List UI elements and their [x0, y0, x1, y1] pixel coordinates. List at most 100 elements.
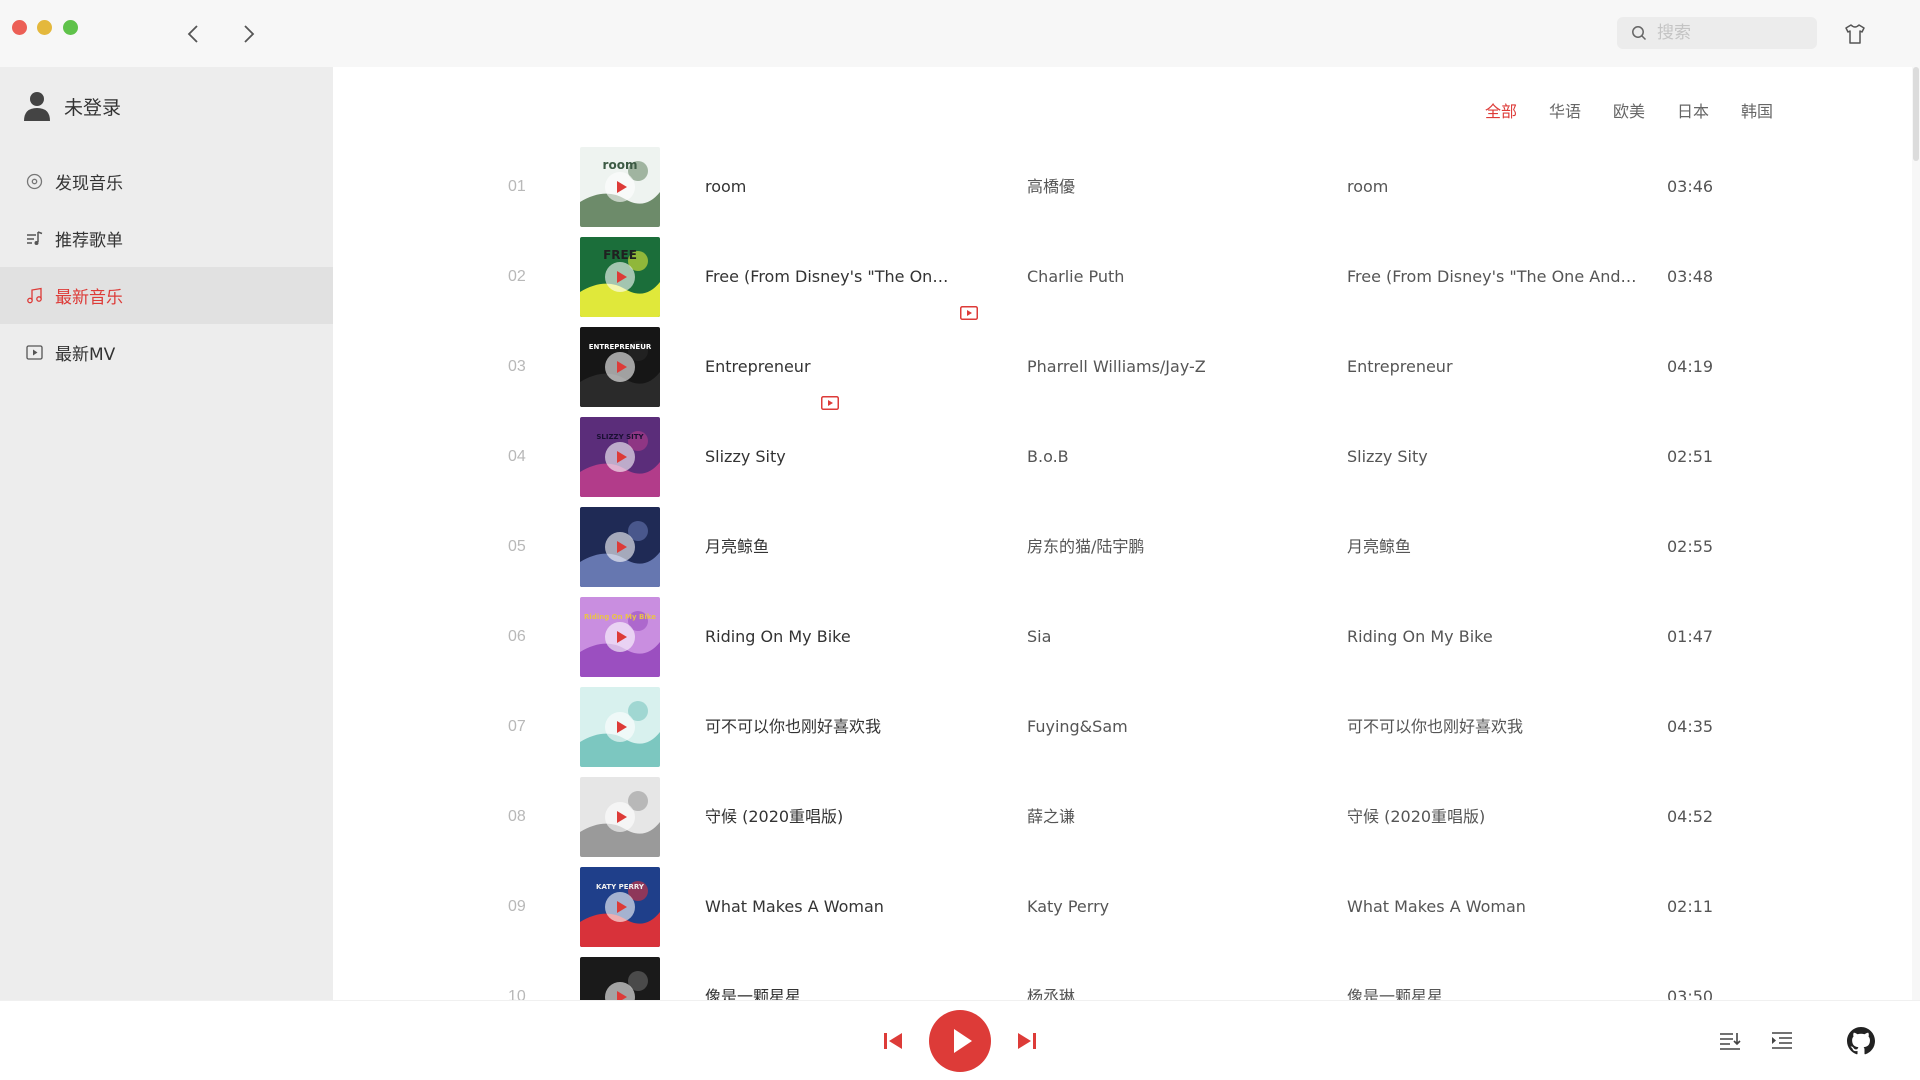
song-artist[interactable]: 高橋優 — [1027, 142, 1317, 232]
album-cover[interactable] — [580, 687, 660, 767]
sidebar-item-new-music[interactable]: 最新音乐 — [0, 267, 333, 324]
song-title[interactable]: What Makes A Woman — [705, 862, 884, 952]
previous-track-icon[interactable] — [882, 1030, 904, 1052]
tab-chinese[interactable]: 华语 — [1533, 98, 1597, 122]
song-row[interactable]: 08 守候 (2020重唱版) 薛之谦 守候 (2020重唱版) 04:52 — [333, 772, 1908, 862]
track-index: 04 — [508, 448, 526, 465]
mv-badge-icon[interactable] — [820, 360, 839, 410]
playlist-queue-icon[interactable] — [1718, 1029, 1742, 1053]
song-album[interactable]: Entrepreneur — [1347, 322, 1637, 412]
sidebar-item-playlists[interactable]: 推荐歌单 — [0, 210, 333, 267]
album-cover[interactable] — [580, 507, 660, 587]
album-cover[interactable]: room — [580, 147, 660, 227]
song-title-text: Entrepreneur — [705, 357, 811, 376]
search-box[interactable] — [1617, 17, 1817, 49]
cover-play-icon[interactable] — [605, 262, 635, 292]
mv-badge-icon[interactable] — [960, 270, 978, 320]
album-cover[interactable]: FREE — [580, 237, 660, 317]
cover-play-icon[interactable] — [605, 802, 635, 832]
scrollbar-thumb[interactable] — [1913, 67, 1919, 161]
album-cover[interactable]: KATY PERRY — [580, 867, 660, 947]
cover-play-icon[interactable] — [605, 532, 635, 562]
song-row[interactable]: 06 Riding On My Bike Riding On My Bike S… — [333, 592, 1908, 682]
sidebar-item-discover[interactable]: 发现音乐 — [0, 153, 333, 210]
song-album[interactable]: 像是一颗星星 — [1347, 952, 1637, 1000]
song-row[interactable]: 01 room room 高橋優 room 03:46 — [333, 142, 1908, 232]
scrollbar[interactable] — [1912, 67, 1920, 1000]
sidebar-item-new-mv[interactable]: 最新MV — [0, 324, 333, 381]
song-duration: 03:46 — [1667, 177, 1714, 196]
song-artist[interactable]: Fuying&Sam — [1027, 682, 1317, 772]
back-arrow-icon[interactable] — [182, 22, 206, 46]
song-title[interactable]: Entrepreneur — [705, 322, 839, 412]
tab-korea[interactable]: 韩国 — [1725, 98, 1789, 122]
song-album[interactable]: Riding On My Bike — [1347, 592, 1637, 682]
song-row[interactable]: 09 KATY PERRY What Makes A Woman Katy Pe… — [333, 862, 1908, 952]
window-maximize-button[interactable] — [63, 20, 78, 35]
song-title[interactable]: 月亮鲸鱼 — [705, 502, 769, 592]
song-album[interactable]: Free (From Disney's "The One And Only Iv… — [1347, 232, 1637, 322]
track-index: 01 — [508, 178, 526, 195]
song-artist[interactable]: Charlie Puth — [1027, 232, 1317, 322]
cover-play-icon[interactable] — [605, 172, 635, 202]
playlist-icon — [26, 230, 43, 247]
song-row[interactable]: 03 ENTREPRENEUR Entrepreneur Pharrell Wi… — [333, 322, 1908, 412]
player-bar — [0, 1000, 1920, 1080]
search-input[interactable] — [1657, 17, 1807, 49]
song-title[interactable]: room — [705, 142, 746, 232]
next-track-icon[interactable] — [1016, 1030, 1038, 1052]
tab-japan[interactable]: 日本 — [1661, 98, 1725, 122]
song-title-text: Riding On My Bike — [705, 627, 851, 646]
cover-play-icon[interactable] — [605, 442, 635, 472]
song-title[interactable]: 可不可以你也刚好喜欢我 — [705, 682, 881, 772]
song-album[interactable]: Slizzy Sity — [1347, 412, 1637, 502]
song-row[interactable]: 05 月亮鲸鱼 房东的猫/陆宇鹏 月亮鲸鱼 02:55 — [333, 502, 1908, 592]
tshirt-skin-icon[interactable] — [1843, 22, 1867, 46]
album-cover[interactable]: Riding On My Bike — [580, 597, 660, 677]
song-album[interactable]: What Makes A Woman — [1347, 862, 1637, 952]
song-duration: 03:48 — [1667, 267, 1714, 286]
sidebar-item-label: 推荐歌单 — [55, 231, 123, 251]
user-login-entry[interactable]: 未登录 — [24, 90, 121, 122]
song-artist[interactable]: Pharrell Williams/Jay-Z — [1027, 322, 1317, 412]
forward-arrow-icon[interactable] — [236, 22, 260, 46]
song-album[interactable]: room — [1347, 142, 1637, 232]
song-title-text: 守候 (2020重唱版) — [705, 807, 844, 826]
song-artist[interactable]: Katy Perry — [1027, 862, 1317, 952]
song-title[interactable]: 像是一颗星星 — [705, 952, 801, 1000]
song-row[interactable]: 10 像是一颗星星 杨丞琳 像是一颗星星 03:50 — [333, 952, 1908, 1000]
cover-play-icon[interactable] — [605, 622, 635, 652]
play-button[interactable] — [929, 1010, 991, 1072]
window-minimize-button[interactable] — [37, 20, 52, 35]
album-cover[interactable]: ENTREPRENEUR — [580, 327, 660, 407]
tab-western[interactable]: 欧美 — [1597, 98, 1661, 122]
lyrics-icon[interactable] — [1770, 1029, 1794, 1053]
song-title-text: What Makes A Woman — [705, 897, 884, 916]
song-artist[interactable]: B.o.B — [1027, 412, 1317, 502]
song-artist[interactable]: 杨丞琳 — [1027, 952, 1317, 1000]
github-icon[interactable] — [1847, 1027, 1875, 1055]
song-title[interactable]: Free (From Disney's "The One And Only Iv… — [705, 232, 978, 322]
song-album[interactable]: 可不可以你也刚好喜欢我 — [1347, 682, 1637, 772]
album-cover[interactable] — [580, 777, 660, 857]
cover-play-icon[interactable] — [605, 352, 635, 382]
song-album[interactable]: 月亮鲸鱼 — [1347, 502, 1637, 592]
song-artist[interactable]: 房东的猫/陆宇鹏 — [1027, 502, 1317, 592]
song-title[interactable]: Riding On My Bike — [705, 592, 851, 682]
album-cover[interactable]: SLIZZY SITY — [580, 417, 660, 497]
song-duration: 02:51 — [1667, 447, 1714, 466]
song-row[interactable]: 07 可不可以你也刚好喜欢我 Fuying&Sam 可不可以你也刚好喜欢我 04… — [333, 682, 1908, 772]
song-title[interactable]: 守候 (2020重唱版) — [705, 772, 843, 862]
song-title[interactable]: Slizzy Sity — [705, 412, 786, 502]
cover-play-icon[interactable] — [605, 892, 635, 922]
song-row[interactable]: 02 FREE Free (From Disney's "The One And… — [333, 232, 1908, 322]
tab-all[interactable]: 全部 — [1469, 98, 1533, 122]
window-close-button[interactable] — [12, 20, 27, 35]
song-album[interactable]: 守候 (2020重唱版) — [1347, 772, 1637, 862]
album-cover-text: Riding On My Bike — [584, 613, 656, 621]
album-cover[interactable] — [580, 957, 660, 1000]
song-artist[interactable]: Sia — [1027, 592, 1317, 682]
song-row[interactable]: 04 SLIZZY SITY Slizzy Sity B.o.B Slizzy … — [333, 412, 1908, 502]
song-artist[interactable]: 薛之谦 — [1027, 772, 1317, 862]
cover-play-icon[interactable] — [605, 712, 635, 742]
